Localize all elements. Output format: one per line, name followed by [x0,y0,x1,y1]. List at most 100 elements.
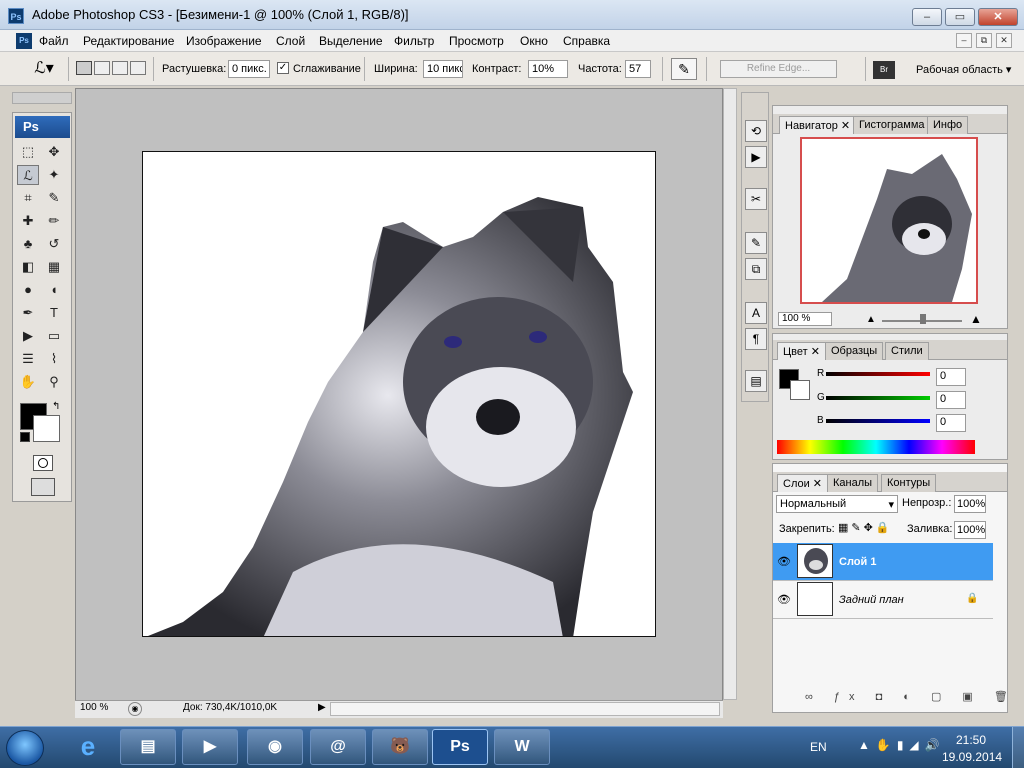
status-menu-arrow-icon[interactable]: ▶ [318,702,326,713]
tab-channels[interactable]: Каналы [827,474,879,492]
slice-tool-icon[interactable]: ✎ [43,188,65,208]
tool-preset-lasso-icon[interactable]: ℒ▾ [26,58,62,80]
magnetic-lasso-tool-icon[interactable]: ℒ [17,165,39,185]
doc-minimize-button[interactable]: – [956,33,972,48]
width-input[interactable]: 10 пикс [423,60,463,78]
start-button[interactable] [6,730,44,766]
zoom-tool-icon[interactable]: ⚲ [43,372,65,392]
background-layer-name[interactable]: Задний план [839,594,904,606]
clone-source-icon[interactable]: ⧉ [745,258,767,280]
blur-tool-icon[interactable]: ● [17,280,39,300]
clone-stamp-tool-icon[interactable]: ♣ [17,234,39,254]
zoom-readout[interactable]: 100 % [80,702,122,716]
maximize-button[interactable]: ▭ [945,8,975,26]
background-color-swatch[interactable] [33,415,60,442]
history-icon[interactable]: ⟲ [745,120,767,142]
minimize-button[interactable]: – [912,8,942,26]
media-player-icon[interactable]: ▶ [182,729,238,765]
layer-1-name[interactable]: Слой 1 [839,556,876,568]
horizontal-scrollbar[interactable] [330,702,720,716]
menu-help[interactable]: Справка [563,34,610,48]
b-input[interactable]: 0 [936,414,966,432]
menu-image[interactable]: Изображение [186,34,262,48]
b-slider[interactable] [826,419,930,423]
r-slider[interactable] [826,372,930,376]
history-brush-tool-icon[interactable]: ↺ [43,234,65,254]
add-selection-icon[interactable] [94,61,110,75]
canvas[interactable] [142,151,656,637]
tab-color[interactable]: Цвет ✕ [777,342,826,360]
clock-date[interactable]: 19.09.2014 [942,750,1002,764]
menu-layer[interactable]: Слой [276,34,305,48]
r-input[interactable]: 0 [936,368,966,386]
path-selection-tool-icon[interactable]: ▶ [17,326,39,346]
vertical-scrollbar[interactable] [723,88,737,700]
tab-paths[interactable]: Контуры [881,474,937,492]
gradient-tool-icon[interactable]: ▦ [43,257,65,277]
blend-mode-select[interactable]: Нормальный ▾ [776,495,898,513]
g-input[interactable]: 0 [936,391,966,409]
tab-info[interactable]: Инфо [927,116,969,134]
show-desktop-button[interactable] [1012,727,1024,768]
subtract-selection-icon[interactable] [112,61,128,75]
actions-icon[interactable]: ▶ [745,146,767,168]
chrome-icon[interactable]: ◉ [247,729,303,765]
pen-tool-icon[interactable]: ✒ [17,303,39,323]
color-bg-swatch[interactable] [790,380,810,400]
navigator-slider-handle[interactable] [920,314,926,324]
tool-presets-icon[interactable]: ✂ [745,188,767,210]
workspace-menu[interactable]: Рабочая область ▾ [916,63,1011,76]
g-slider[interactable] [826,396,930,400]
shape-tool-icon[interactable]: ▭ [43,326,65,346]
swap-colors-icon[interactable]: ↰ [52,401,60,412]
brushes-icon[interactable]: ✎ [745,232,767,254]
bear-app-icon[interactable]: 🐻 [372,729,428,765]
photoshop-taskbar-icon[interactable]: Ps [432,729,488,765]
lock-icons[interactable]: ▦✎✥🔒 [838,521,893,534]
navigator-thumbnail[interactable] [800,137,978,304]
marquee-tool-icon[interactable]: ⬚ [17,142,39,162]
language-indicator[interactable]: EN [810,740,827,754]
paragraph-icon[interactable]: ¶ [745,328,767,350]
word-icon[interactable]: W [494,729,550,765]
layers-footer-icons[interactable]: ∞ ƒx ◘ ◐ ▢ ▣ 🗑 [805,690,1017,703]
intersect-selection-icon[interactable] [130,61,146,75]
default-colors-icon[interactable] [20,432,30,442]
menu-app-icon[interactable]: Ps [16,33,32,49]
character-icon[interactable]: A [745,302,767,324]
zoom-out-icon[interactable]: ▲ [866,314,876,325]
stylus-pressure-icon[interactable]: ✎ [671,58,697,80]
layer-comps-icon[interactable]: ▤ [745,370,767,392]
menu-window[interactable]: Окно [520,34,548,48]
doc-restore-button[interactable]: ⧉ [976,33,992,48]
quick-mask-icon[interactable] [33,455,53,471]
doc-close-button[interactable]: ✕ [996,33,1012,48]
screen-mode-icon[interactable] [31,478,55,496]
close-button[interactable]: ✕ [978,8,1018,26]
new-selection-icon[interactable] [76,61,92,75]
zoom-in-icon[interactable]: ▲ [970,312,982,326]
tab-layers[interactable]: Слои ✕ [777,474,829,492]
menu-file[interactable]: Файл [39,34,69,48]
contrast-input[interactable]: 10% [528,60,568,78]
refine-edge-button[interactable]: Refine Edge... [720,60,837,78]
tab-histogram[interactable]: Гистограмма [853,116,931,134]
eye-icon[interactable]: 👁 [777,593,791,606]
eyedropper-tool-icon[interactable]: ⌇ [43,349,65,369]
menu-edit[interactable]: Редактирование [83,34,174,48]
dodge-tool-icon[interactable]: ◖ [43,280,65,300]
crop-tool-icon[interactable]: ⌗ [17,188,39,208]
tray-icons[interactable]: ▲✋▮◢🔊 [858,738,946,752]
tab-swatches[interactable]: Образцы [825,342,884,360]
antialias-checkbox[interactable]: ✓ [277,62,289,74]
frequency-input[interactable]: 57 [625,60,651,78]
opacity-input[interactable]: 100% [954,495,986,513]
magic-wand-tool-icon[interactable]: ✦ [43,165,65,185]
eye-icon[interactable]: 👁 [777,555,791,568]
eraser-tool-icon[interactable]: ◧ [17,257,39,277]
type-tool-icon[interactable]: T [43,303,65,323]
explorer-icon[interactable]: ▤ [120,729,176,765]
tab-navigator[interactable]: Навигатор ✕ [779,116,857,134]
notes-tool-icon[interactable]: ☰ [17,349,39,369]
feather-input[interactable]: 0 пикс. [228,60,270,78]
